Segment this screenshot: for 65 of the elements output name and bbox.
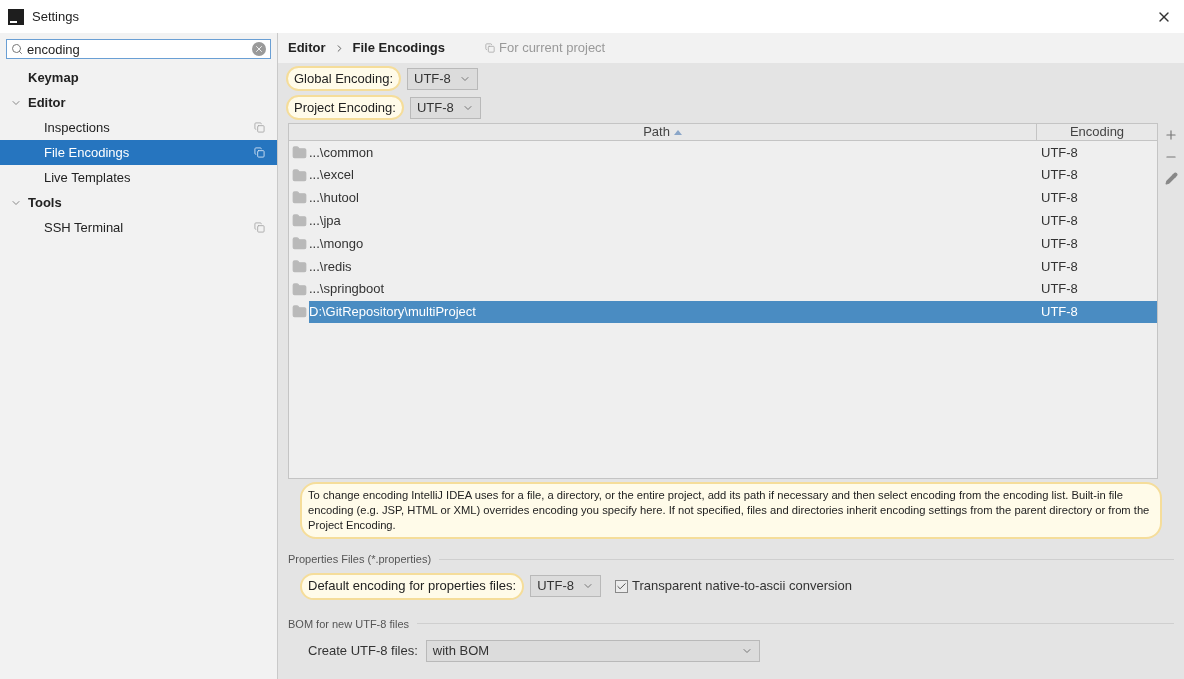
folder-icon — [292, 304, 307, 320]
table-row[interactable]: ...\mongo UTF-8 — [289, 232, 1157, 255]
sidebar-item[interactable]: Keymap — [0, 65, 277, 90]
encoding-cell-text: UTF-8 — [1040, 234, 1079, 253]
path-cell-text: ...\springboot — [309, 280, 386, 299]
sidebar-item[interactable]: Tools — [0, 190, 277, 215]
folder-icon — [292, 190, 307, 206]
encoding-cell-text: UTF-8 — [1040, 212, 1079, 231]
table-row[interactable]: ...\hutool UTF-8 — [289, 186, 1157, 210]
properties-encoding-label: Default encoding for properties files: — [300, 572, 525, 600]
checkbox[interactable] — [614, 579, 628, 593]
sidebar-item[interactable]: Inspections — [0, 115, 277, 140]
folder-icon — [292, 236, 307, 252]
add-icon[interactable] — [1164, 128, 1178, 142]
path-cell-text: ...\hutool — [309, 189, 360, 208]
folder-icon — [292, 144, 307, 160]
encoding-cell-text: UTF-8 — [1040, 166, 1079, 185]
copy-icon — [485, 43, 496, 53]
section-title: Properties Files (*.properties) — [288, 552, 432, 567]
folder-icon — [292, 258, 307, 274]
folder-icon — [292, 281, 307, 297]
properties-encoding-dropdown[interactable]: UTF-8 — [530, 575, 601, 597]
encoding-label: Global Encoding: — [286, 66, 401, 91]
encoding-dropdown[interactable]: UTF-8 — [409, 96, 481, 119]
sidebar-item[interactable]: File Encodings — [0, 140, 277, 165]
column-header[interactable]: Path — [289, 124, 1037, 140]
encoding-dropdown[interactable]: UTF-8 — [407, 67, 478, 90]
edit-icon[interactable] — [1164, 172, 1178, 185]
encoding-cell-text: UTF-8 — [1040, 143, 1079, 162]
folder-icon — [292, 167, 307, 183]
encoding-label: Project Encoding: — [286, 95, 404, 120]
bom-label: Create UTF-8 files: — [308, 642, 418, 661]
sidebar-item[interactable]: Editor — [0, 90, 277, 115]
table-row[interactable]: ...\excel UTF-8 — [289, 163, 1157, 187]
table-row[interactable]: ...\springboot UTF-8 — [289, 277, 1157, 301]
encoding-cell-text: UTF-8 — [1040, 189, 1079, 208]
breadcrumb-item: File Encodings — [352, 39, 446, 58]
search-icon — [11, 43, 23, 55]
path-cell-text: ...\excel — [309, 166, 355, 185]
path-cell: D:\GitRepository\multiProject — [309, 300, 1037, 324]
breadcrumb-item: Editor — [288, 39, 326, 58]
column-header[interactable]: Encoding — [1037, 124, 1157, 140]
table-row[interactable]: ...\common UTF-8 — [289, 141, 1157, 164]
sidebar-item[interactable]: SSH Terminal — [0, 215, 277, 240]
section-title: BOM for new UTF-8 files — [288, 616, 410, 632]
sidebar-item[interactable]: Live Templates — [0, 165, 277, 190]
table-row[interactable]: ...\jpa UTF-8 — [289, 209, 1157, 233]
folder-icon — [292, 213, 307, 229]
clear-icon[interactable] — [252, 42, 266, 56]
search-field[interactable]: encoding — [6, 39, 271, 59]
table-row[interactable]: ...\redis UTF-8 — [289, 255, 1157, 278]
scope-note: For current project — [499, 39, 606, 58]
app-logo-icon — [8, 8, 24, 25]
path-cell-text: ...\jpa — [309, 212, 342, 231]
encoding-cell-text: UTF-8 — [1040, 257, 1079, 276]
bom-dropdown[interactable]: with BOM — [425, 640, 760, 662]
path-cell-text: ...\mongo — [309, 234, 365, 253]
path-cell-text: ...\common — [309, 143, 375, 162]
hint-text: To change encoding IntelliJ IDEA uses for a file, a directory, or the entire project, add its path if necessary and then select encoding from the encoding list. Built-in file encoding (e.g. JSP, HTML or XML) overrides encoding you specify here. If not specified, files and directories inherit encoding settings from the parent directory or from the Project Encoding. — [300, 482, 1162, 539]
checkbox-label: Transparent native-to-ascii conversion — [631, 577, 852, 596]
table-row[interactable]: D:\GitRepository\multiProject UTF-8 — [289, 300, 1157, 324]
path-cell-text: ...\redis — [309, 257, 353, 276]
window-title: Settings — [32, 7, 79, 26]
encoding-cell: UTF-8 — [1037, 300, 1157, 324]
encoding-cell-text: UTF-8 — [1040, 280, 1079, 299]
